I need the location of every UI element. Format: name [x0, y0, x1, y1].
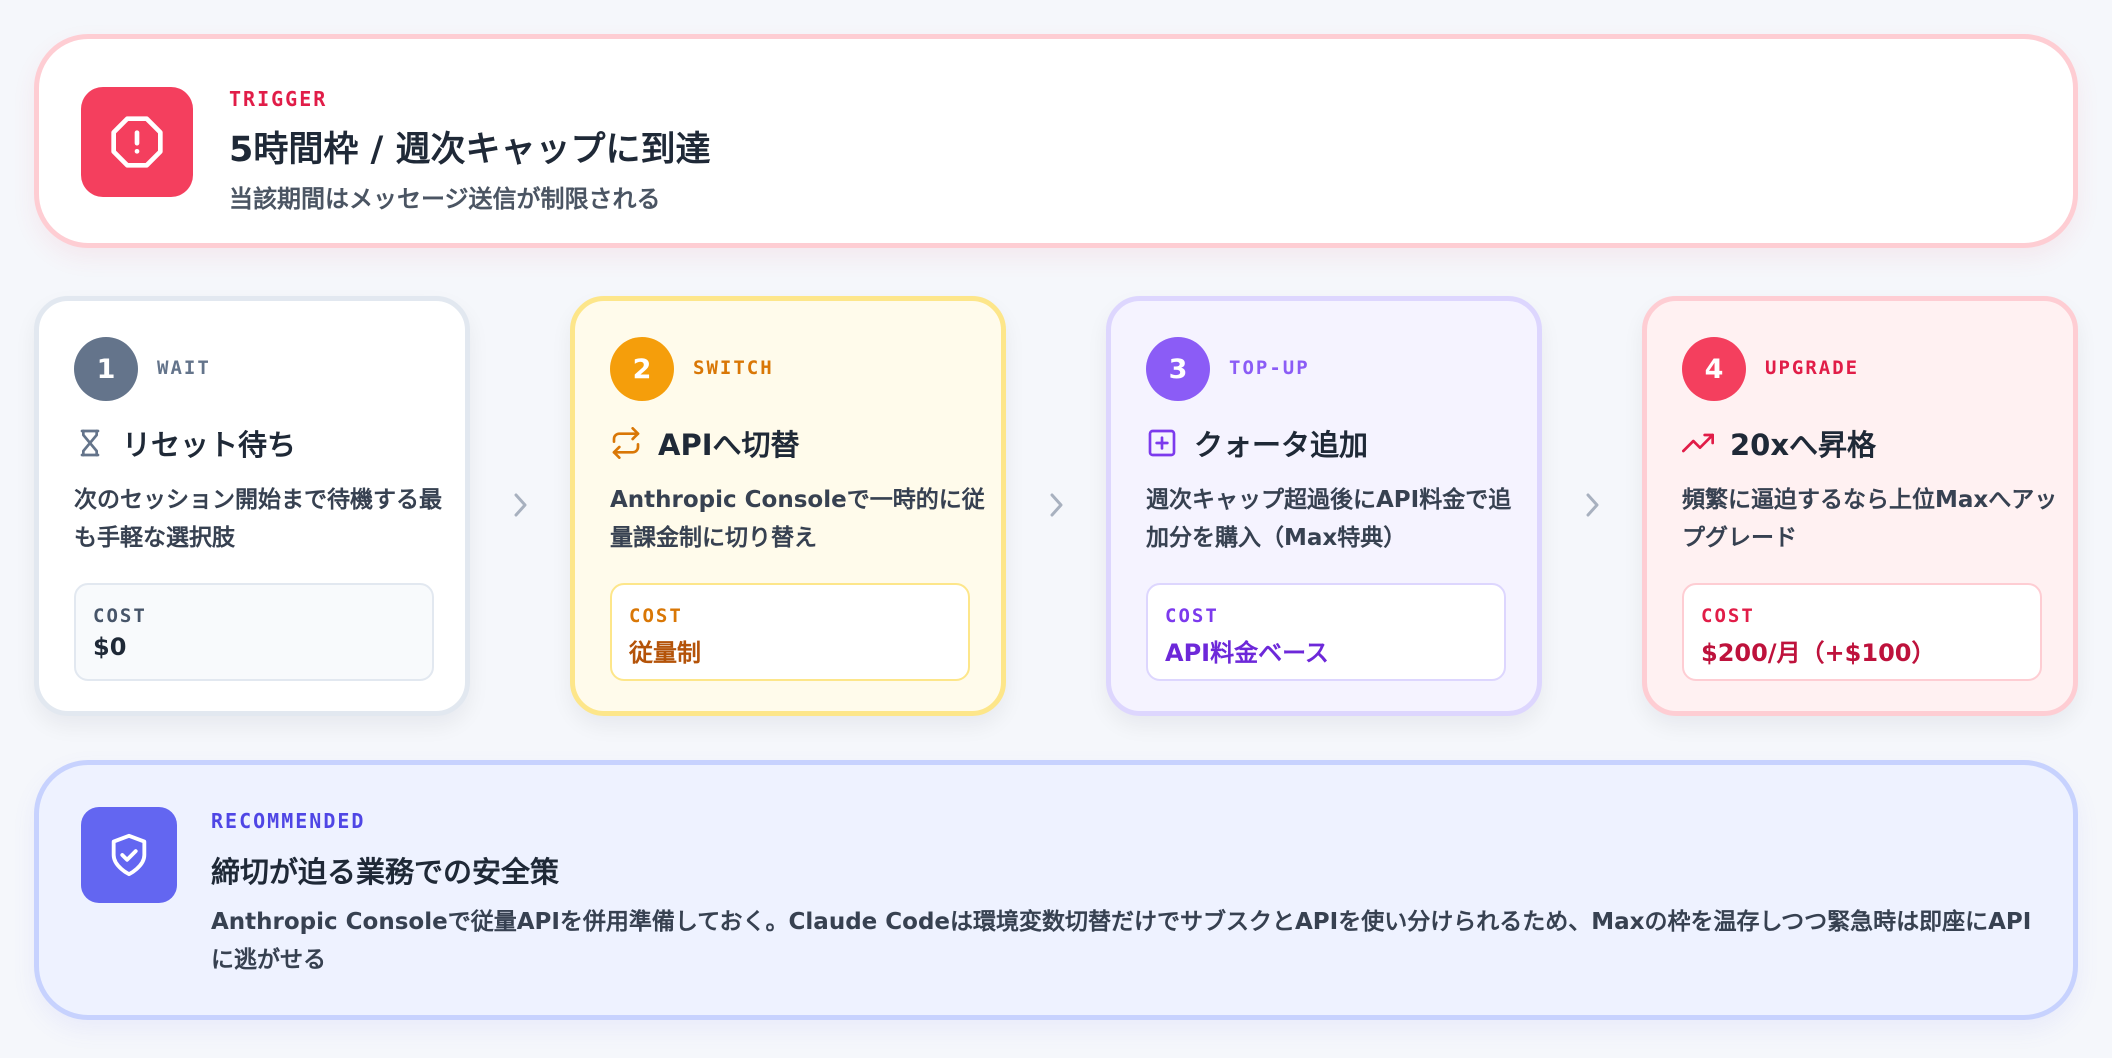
step-card-wait: 1 WAIT リセット待ち 次のセッション開始まで待機する最も手軽な選択肢 CO… [34, 296, 470, 716]
cost-box: COST $0 [74, 583, 434, 681]
step-title-row: APIへ切替 [610, 423, 800, 463]
step-description: 次のセッション開始まで待機する最も手軽な選択肢 [74, 487, 442, 551]
step-title-row: リセット待ち [74, 423, 296, 463]
plus-square-icon [1146, 427, 1178, 459]
cost-box: COST 従量制 [610, 583, 970, 681]
step-description: 週次キャップ超過後にAPI料金で追加分を購入（Max特典） [1146, 487, 1512, 551]
cost-value: 従量制 [629, 639, 701, 667]
trigger-subtitle: 当該期間はメッセージ送信が制限される [229, 185, 661, 213]
chevron-right-icon [1578, 488, 1606, 522]
cost-label: COST [93, 605, 147, 627]
step-card-switch: 2 SWITCH APIへ切替 Anthropic Consoleで一時的に従量… [570, 296, 1006, 716]
step-tag: TOP-UP [1229, 357, 1310, 379]
step-title: 20xへ昇格 [1730, 428, 1877, 462]
step-tag: WAIT [157, 357, 211, 379]
cost-label: COST [1701, 605, 1755, 627]
chevron-right-icon [1042, 488, 1070, 522]
cost-box: COST $200/月（+$100） [1682, 583, 2042, 681]
hourglass-icon [74, 427, 106, 459]
shield-check-icon [81, 807, 177, 903]
alert-octagon-icon [81, 87, 193, 197]
recommended-body: Anthropic Consoleで従量APIを併用準備しておく。Claude … [211, 909, 2032, 973]
cost-value: $200/月（+$100） [1701, 639, 1936, 667]
step-number: 3 [1146, 337, 1210, 401]
flow-diagram: TRIGGER 5時間枠 / 週次キャップに到達 当該期間はメッセージ送信が制限… [0, 0, 2112, 1058]
cost-label: COST [1165, 605, 1219, 627]
step-title-row: クォータ追加 [1146, 423, 1368, 463]
step-tag: SWITCH [693, 357, 774, 379]
step-title-row: 20xへ昇格 [1682, 423, 1876, 463]
trigger-title: 5時間枠 / 週次キャップに到達 [229, 130, 711, 170]
trending-up-icon [1682, 427, 1714, 459]
step-description: 頻繁に逼迫するなら上位Maxへアップグレード [1682, 487, 2058, 551]
cost-box: COST API料金ベース [1146, 583, 1506, 681]
switch-arrows-icon [610, 427, 642, 459]
cost-value: $0 [93, 633, 127, 661]
step-title: リセット待ち [122, 428, 297, 462]
cost-label: COST [629, 605, 683, 627]
trigger-card: TRIGGER 5時間枠 / 週次キャップに到達 当該期間はメッセージ送信が制限… [34, 34, 2078, 248]
chevron-right-icon [506, 488, 534, 522]
recommended-tag: RECOMMENDED [211, 809, 366, 833]
step-title: クォータ追加 [1194, 428, 1369, 462]
step-title: APIへ切替 [658, 428, 800, 462]
step-tag: UPGRADE [1765, 357, 1860, 379]
step-number: 1 [74, 337, 138, 401]
step-number: 2 [610, 337, 674, 401]
step-number: 4 [1682, 337, 1746, 401]
recommended-title: 締切が迫る業務での安全策 [211, 855, 560, 889]
step-card-upgrade: 4 UPGRADE 20xへ昇格 頻繁に逼迫するなら上位Maxへアップグレード … [1642, 296, 2078, 716]
trigger-tag: TRIGGER [229, 87, 328, 111]
recommended-card: RECOMMENDED 締切が迫る業務での安全策 Anthropic Conso… [34, 760, 2078, 1020]
step-card-top-up: 3 TOP-UP クォータ追加 週次キャップ超過後にAPI料金で追加分を購入（M… [1106, 296, 1542, 716]
step-description: Anthropic Consoleで一時的に従量課金制に切り替え [610, 487, 985, 551]
cost-value: API料金ベース [1165, 639, 1329, 667]
